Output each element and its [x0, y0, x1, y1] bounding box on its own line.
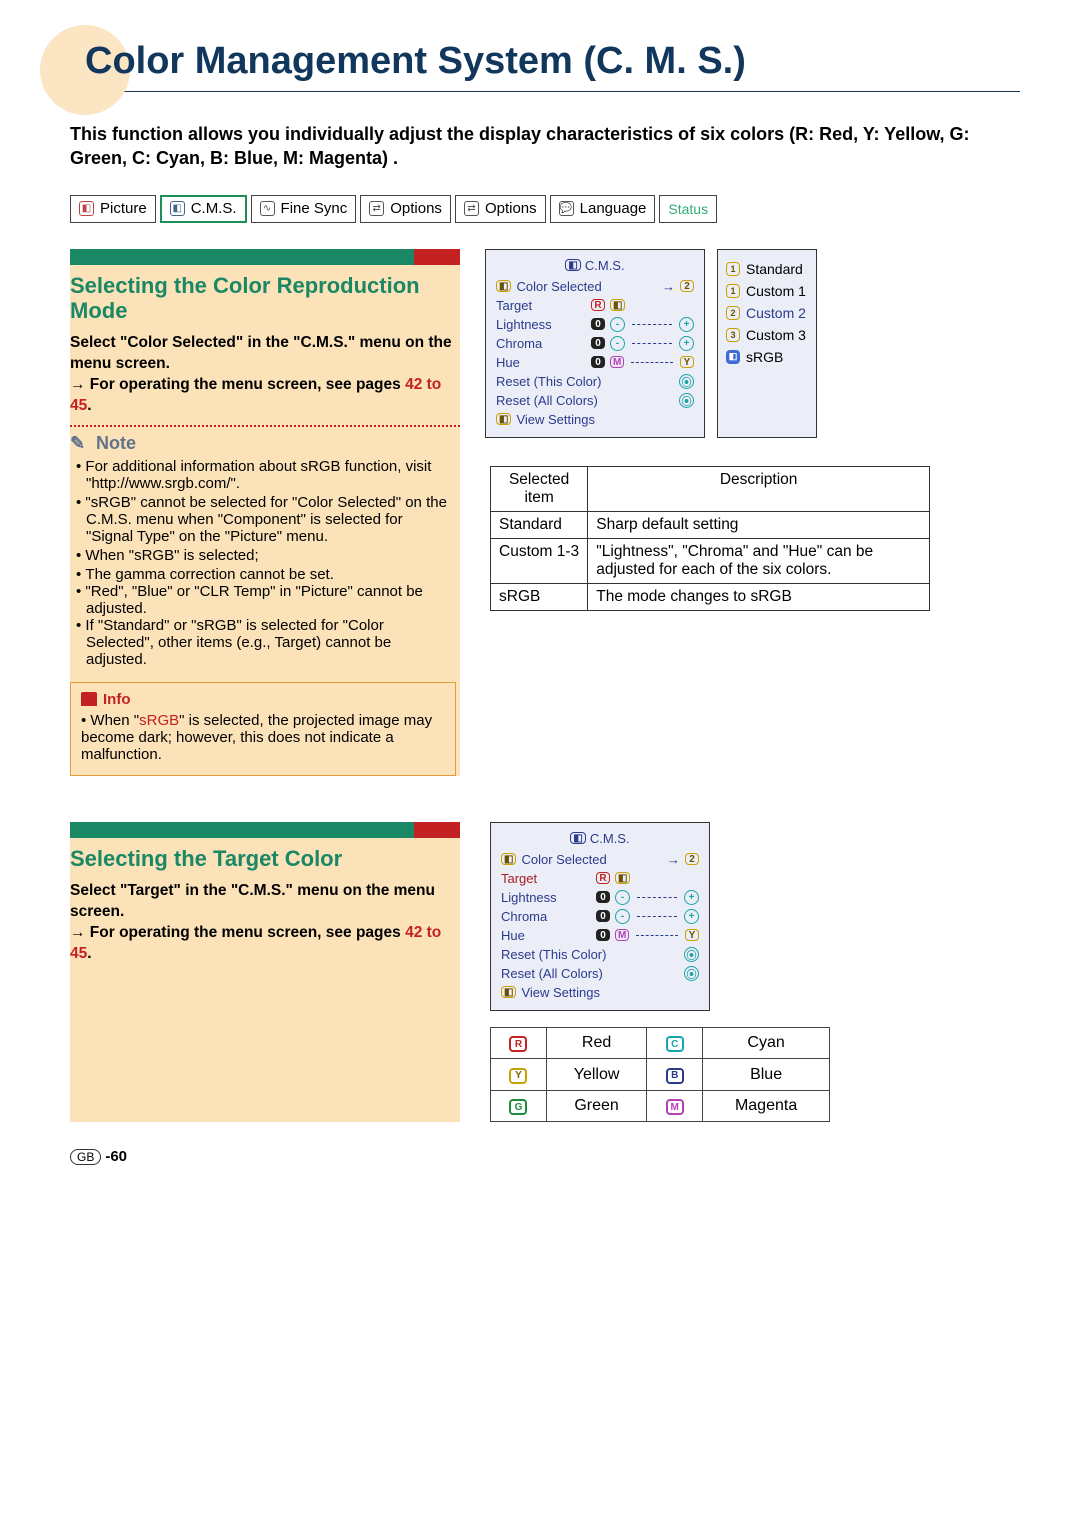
osd-screenshot-2: ◧C.M.S. ◧Color Selected→2 TargetR◧ Light…: [490, 822, 710, 1011]
page-footer: GB -60: [70, 1148, 1020, 1165]
srgb-highlight: sRGB: [139, 712, 179, 729]
cms-icon: ◧: [170, 201, 185, 216]
r-chip-icon: R: [509, 1036, 527, 1052]
info-box: Info • When "sRGB" is selected, the proj…: [70, 682, 456, 776]
sec1-instr2: → For operating the menu screen, see pag…: [70, 375, 452, 417]
pencil-icon: ✎: [70, 433, 90, 453]
book-icon: [81, 692, 97, 706]
osd-screenshot-1: ◧C.M.S. ◧Color Selected→2 TargetR◧ Light…: [485, 249, 705, 438]
sec2-instr1: Select "Target" in the "C.M.S." menu on …: [70, 881, 452, 923]
enter-icon: ⦿: [684, 966, 699, 981]
enter-icon: ⦿: [679, 374, 694, 389]
menu-picture[interactable]: ◧Picture: [70, 195, 156, 223]
options-icon: ⇄: [464, 201, 479, 216]
osd-popup-options: 1Standard 1Custom 1 2Custom 2 3Custom 3 …: [717, 249, 817, 438]
b-chip-icon: B: [666, 1068, 684, 1084]
menu-cms[interactable]: ◧C.M.S.: [160, 195, 247, 223]
sec1-instr1: Select "Color Selected" in the "C.M.S." …: [70, 333, 452, 375]
c-chip-icon: C: [666, 1036, 684, 1052]
y-chip-icon: Y: [509, 1068, 527, 1084]
note-heading: ✎ Note: [70, 433, 460, 454]
r-chip: R: [596, 872, 610, 884]
section-2-left: Selecting the Target Color Select "Targe…: [70, 822, 460, 1123]
sync-icon: ∿: [260, 201, 275, 216]
cms-icon: ◧: [570, 832, 585, 844]
select-icon: ◧: [501, 853, 516, 865]
gb-badge: GB: [70, 1149, 101, 1165]
g-chip-icon: G: [509, 1099, 527, 1115]
section-1-left: Selecting the Color Reproduction Mode Se…: [70, 249, 460, 776]
menu-bar: ◧Picture ◧C.M.S. ∿Fine Sync ⇄Options ⇄Op…: [70, 195, 1020, 223]
menu-options-1[interactable]: ⇄Options: [360, 195, 451, 223]
menu-status[interactable]: Status: [659, 195, 717, 223]
menu-finesync[interactable]: ∿Fine Sync: [251, 195, 357, 223]
menu-language[interactable]: 💬Language: [550, 195, 656, 223]
page-title: Color Management System (C. M. S.): [85, 40, 1020, 83]
section-2-title: Selecting the Target Color: [70, 846, 460, 881]
description-table: Selected itemDescription StandardSharp d…: [490, 466, 930, 611]
intro-text: This function allows you individually ad…: [70, 122, 1020, 171]
enter-icon: ⦿: [679, 393, 694, 408]
cms-icon: ◧: [565, 259, 580, 271]
picture-icon: ◧: [79, 201, 94, 216]
enter-icon: ⦿: [684, 947, 699, 962]
options-icon: ⇄: [369, 201, 384, 216]
r-chip: R: [591, 299, 605, 311]
view-icon: ◧: [501, 986, 516, 998]
menu-options-2[interactable]: ⇄Options: [455, 195, 546, 223]
m-chip-icon: M: [666, 1099, 684, 1115]
color-legend-table: RRed CCyan YYellow BBlue GGreen MMagenta: [490, 1027, 830, 1123]
view-icon: ◧: [496, 413, 511, 425]
select-icon: ◧: [496, 280, 511, 292]
section-1-title: Selecting the Color Reproduction Mode: [70, 273, 460, 334]
sec2-instr2: → For operating the menu screen, see pag…: [70, 923, 452, 965]
title-rule: [70, 91, 1020, 92]
note-body: For additional information about sRGB fu…: [70, 458, 460, 668]
language-icon: 💬: [559, 201, 574, 216]
